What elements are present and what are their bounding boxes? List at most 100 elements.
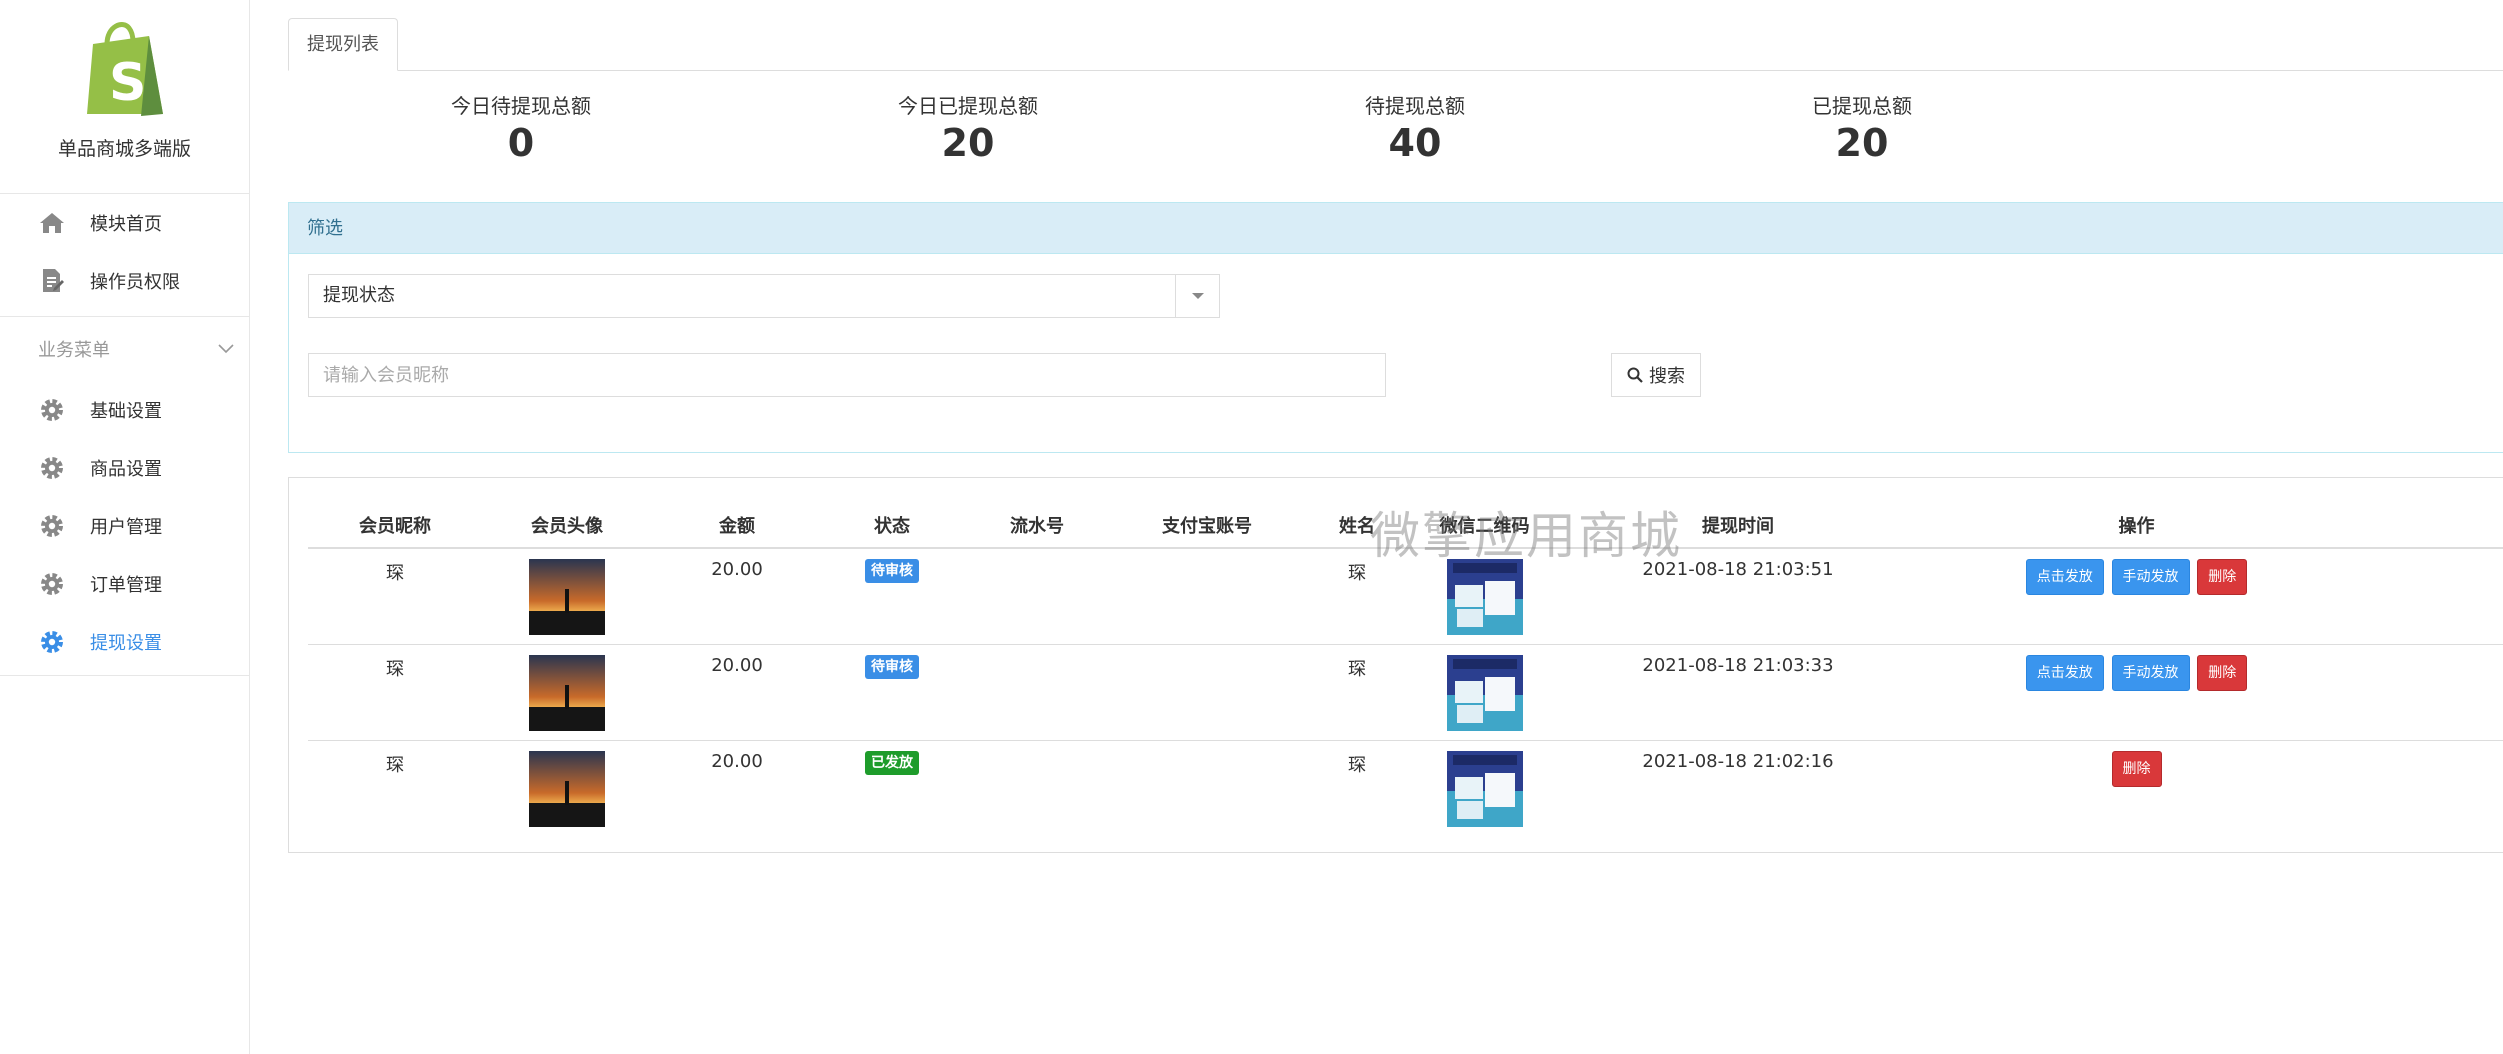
header-amount: 金额 [652,503,822,549]
header-name: 姓名 [1302,503,1412,549]
sidebar-item-label: 基础设置 [90,401,162,422]
stat-label: 今日已提现总额 [898,94,1038,118]
sidebar-item-operator-permission[interactable]: 操作员权限 [0,252,249,310]
gear-icon [38,512,66,540]
withdraw-table-panel: 会员昵称 会员头像 金额 状态 流水号 支付宝账号 姓名 微信二维码 提现时间 … [288,477,2503,853]
wechat-qr-image[interactable] [1446,559,1523,635]
sidebar-item-user-management[interactable]: 用户管理 [0,497,249,555]
stat-today-pending: 今日待提现总额 0 [371,90,671,165]
wechat-qr-image[interactable] [1446,654,1523,731]
delete-button[interactable]: 删除 [2197,559,2248,595]
logo-area: S 单品商城多端版 [0,18,249,194]
caret-down-icon[interactable] [1175,275,1219,317]
cell-amount: 20.00 [711,750,763,772]
main-content: 提现列表 今日待提现总额 0 今日已提现总额 20 待提现总额 40 已提现总额… [288,0,2503,1054]
stat-label: 已提现总额 [1812,94,1912,118]
sidebar-item-withdraw-settings[interactable]: 提现设置 [0,613,249,671]
gear-icon [38,570,66,598]
table-row: 琛 20.00 待审核 琛 [308,644,2503,741]
header-nickname: 会员昵称 [308,503,482,549]
header-avatar: 会员头像 [482,503,652,549]
status-badge: 已发放 [865,750,919,775]
search-button-label: 搜索 [1649,366,1685,387]
status-select[interactable]: 提现状态 [308,274,1220,318]
sidebar-item-label: 商品设置 [90,459,162,480]
sidebar-item-product-settings[interactable]: 商品设置 [0,439,249,497]
search-button[interactable]: 搜索 [1611,353,1701,397]
avatar [529,654,605,731]
tab-bar: 提现列表 [288,18,2503,71]
header-actions: 操作 [1919,503,2354,549]
sidebar-item-label: 模块首页 [90,214,162,235]
manual-payout-button[interactable]: 手动发放 [2111,559,2190,595]
table-row: 琛 20.00 待审核 琛 [308,548,2503,645]
svg-text:S: S [109,53,146,113]
stat-label: 今日待提现总额 [451,94,591,118]
cell-nickname: 琛 [308,644,482,741]
issue-payout-button[interactable]: 点击发放 [2025,654,2104,691]
stats-row: 今日待提现总额 0 今日已提现总额 20 待提现总额 40 已提现总额 20 [288,90,2503,170]
stat-value: 20 [941,121,995,165]
cell-name: 琛 [1302,644,1412,741]
table-header-row: 会员昵称 会员头像 金额 状态 流水号 支付宝账号 姓名 微信二维码 提现时间 … [308,503,2503,549]
sidebar-item-label: 订单管理 [90,575,162,596]
header-status: 状态 [822,503,962,549]
cell-serial [962,644,1112,741]
cell-amount: 20.00 [652,548,822,645]
stat-value: 0 [507,121,535,165]
gear-icon [38,628,66,656]
sidebar-item-basic-settings[interactable]: 基础设置 [0,381,249,439]
sidebar-item-label: 用户管理 [90,517,162,538]
cell-alipay [1112,740,1302,836]
stat-value: 20 [1835,121,1889,165]
issue-payout-button[interactable]: 点击发放 [2025,559,2104,595]
home-icon [38,209,66,237]
table-row: 琛 20.00 已发放 琛 2021-08-18 21:02:16 删除 [308,740,2503,836]
edit-document-icon [38,267,66,295]
stat-value: 40 [1388,121,1442,165]
header-time: 提现时间 [1557,503,1919,549]
cell-serial [962,740,1112,836]
gear-icon [38,396,66,424]
status-select-value: 提现状态 [323,285,395,306]
manual-payout-button[interactable]: 手动发放 [2111,654,2190,691]
filter-title: 筛选 [289,203,2503,254]
group-title: 业务菜单 [38,340,110,361]
business-menu-group[interactable]: 业务菜单 [0,317,249,381]
sidebar-item-order-management[interactable]: 订单管理 [0,555,249,613]
cell-nickname: 琛 [386,754,404,776]
shopify-logo: S [86,22,163,116]
sidebar-item-label: 提现设置 [90,633,162,654]
cell-name: 琛 [1348,754,1366,776]
status-badge: 待审核 [865,559,919,583]
cell-alipay [1112,644,1302,741]
avatar [529,559,605,635]
cell-serial [962,548,1112,645]
cell-time: 2021-08-18 21:03:33 [1557,644,1919,741]
sidebar-item-label: 操作员权限 [90,272,180,293]
avatar [529,750,605,827]
delete-button[interactable]: 删除 [2111,750,2162,787]
stat-pending-total: 待提现总额 40 [1265,90,1565,165]
stat-withdrawn-total: 已提现总额 20 [1712,90,2012,165]
cell-time: 2021-08-18 21:02:16 [1642,750,1834,772]
logo-text: 单品商城多端版 [57,138,191,160]
cell-time: 2021-08-18 21:03:51 [1557,548,1919,645]
withdraw-table: 会员昵称 会员头像 金额 状态 流水号 支付宝账号 姓名 微信二维码 提现时间 … [308,503,2503,836]
stat-today-withdrawn: 今日已提现总额 20 [818,90,1118,165]
gear-icon [38,454,66,482]
filter-panel: 筛选 提现状态 搜索 [288,202,2503,453]
tab-withdraw-list[interactable]: 提现列表 [288,18,398,71]
header-alipay: 支付宝账号 [1112,503,1302,549]
wechat-qr-image[interactable] [1446,750,1523,827]
status-badge: 待审核 [865,654,919,679]
header-wechat-qr: 微信二维码 [1412,503,1557,549]
delete-button[interactable]: 删除 [2197,654,2248,691]
cell-amount: 20.00 [652,644,822,741]
nickname-search-input[interactable] [308,353,1386,397]
header-serial: 流水号 [962,503,1112,549]
search-icon [1627,367,1643,383]
sidebar: S 单品商城多端版 模块首页 操作员权限 业务菜单 基础设置 商品设置 用户管理… [0,0,250,1054]
cell-name: 琛 [1302,548,1412,645]
sidebar-item-home[interactable]: 模块首页 [0,194,249,252]
